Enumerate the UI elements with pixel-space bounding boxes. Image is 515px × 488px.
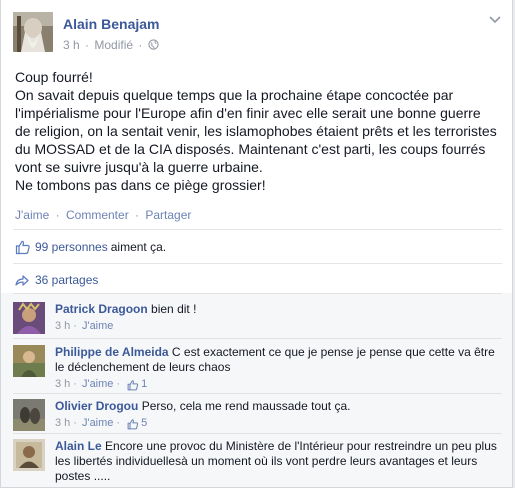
commenter-name[interactable]: Alain Le xyxy=(55,439,102,453)
divider xyxy=(13,229,502,230)
shares-count-link[interactable]: 36 partages xyxy=(35,273,98,287)
commenter-avatar[interactable] xyxy=(13,302,45,334)
like-link[interactable]: J'aime xyxy=(15,208,49,222)
shares-summary: 36 partages xyxy=(15,271,98,289)
comment-time[interactable]: 3 h xyxy=(55,377,70,392)
comment-text: Perso, cela me rend maussade tout ça. xyxy=(141,399,351,413)
meta-separator: · xyxy=(116,417,121,429)
comment-text: Encore une provoc du Ministère de l'Inté… xyxy=(55,439,497,483)
comment-item: Patrick Dragoon bien dit ! 3 h · J'aime xyxy=(13,302,503,338)
chevron-down-icon[interactable] xyxy=(489,16,501,24)
share-link[interactable]: Partager xyxy=(145,208,191,222)
comment-meta: 3 h · J'aime · 1 xyxy=(55,377,505,392)
action-separator: · xyxy=(135,208,140,222)
comment-body: Philippe de Almeida C est exactement ce … xyxy=(55,345,505,392)
comment-body: Olivier Drogou Perso, cela me rend mauss… xyxy=(55,399,505,431)
comment-body: Alain Le Encore une provoc du Ministère … xyxy=(55,439,505,484)
post-meta: 3 h · Modifié · xyxy=(63,38,159,52)
globe-icon[interactable] xyxy=(148,39,159,50)
comment-meta: 3 h · J'aime xyxy=(55,319,505,334)
commenter-name[interactable]: Patrick Dragoon xyxy=(55,302,148,316)
divider xyxy=(13,433,502,434)
meta-separator: · xyxy=(73,417,77,429)
divider xyxy=(13,263,502,264)
divider xyxy=(13,338,502,339)
comment-like-link[interactable]: J'aime xyxy=(82,319,113,334)
author-name[interactable]: Alain Benajam xyxy=(63,16,159,32)
comment-link[interactable]: Commenter xyxy=(66,208,129,222)
comment-text: bien dit ! xyxy=(151,302,197,316)
post-actions: J'aime · Commenter · Partager xyxy=(15,208,191,222)
thumbs-up-icon xyxy=(127,418,139,429)
meta-separator: · xyxy=(85,38,90,52)
comment-like-count[interactable]: 5 xyxy=(127,416,147,431)
comment-like-count[interactable]: 1 xyxy=(127,377,147,392)
action-separator: · xyxy=(55,208,60,222)
post-body-text: Coup fourré! On savait depuis quelque te… xyxy=(15,69,497,193)
comment-body: Patrick Dragoon bien dit ! 3 h · J'aime xyxy=(55,302,505,334)
divider xyxy=(13,293,502,294)
commenter-avatar-image xyxy=(13,399,45,431)
comment-time[interactable]: 3 h xyxy=(55,319,70,334)
comment-like-link[interactable]: J'aime xyxy=(82,416,113,431)
meta-separator: · xyxy=(73,378,77,390)
likes-suffix: aiment ça. xyxy=(110,240,167,254)
post-card: Alain Benajam 3 h · Modifié · Coup fourr… xyxy=(0,0,513,488)
likes-summary: 99 personnes aiment ça. xyxy=(15,238,166,256)
commenter-avatar-image xyxy=(13,302,45,334)
share-arrow-icon xyxy=(15,275,29,286)
commenter-avatar[interactable] xyxy=(13,399,45,431)
comment-time[interactable]: 3 h xyxy=(55,416,70,431)
comments-section: Patrick Dragoon bien dit ! 3 h · J'aime xyxy=(1,293,512,487)
commenter-avatar-image xyxy=(13,439,45,471)
commenter-avatar[interactable] xyxy=(13,345,45,377)
post-time[interactable]: 3 h xyxy=(63,38,80,52)
post-edited-label[interactable]: Modifié xyxy=(94,38,133,52)
divider xyxy=(13,393,502,394)
comment-like-link[interactable]: J'aime xyxy=(82,377,113,392)
thumbs-up-icon xyxy=(127,379,139,390)
meta-separator: · xyxy=(116,378,121,390)
commenter-avatar[interactable] xyxy=(13,439,45,471)
author-avatar-image xyxy=(13,12,53,52)
author-avatar[interactable] xyxy=(13,12,53,52)
meta-separator: · xyxy=(73,320,77,332)
thumbs-up-icon xyxy=(15,240,30,255)
comment-item: Philippe de Almeida C est exactement ce … xyxy=(13,345,503,393)
commenter-avatar-image xyxy=(13,345,45,377)
likes-count-link[interactable]: 99 personnes xyxy=(35,240,108,254)
comment-item: Alain Le Encore une provoc du Ministère … xyxy=(13,439,505,487)
comment-item: Olivier Drogou Perso, cela me rend mauss… xyxy=(13,399,503,433)
like-count-value: 5 xyxy=(141,417,148,429)
like-count-value: 1 xyxy=(141,378,148,390)
post-header: Alain Benajam 3 h · Modifié · xyxy=(13,12,501,56)
commenter-name[interactable]: Philippe de Almeida xyxy=(55,345,169,359)
commenter-name[interactable]: Olivier Drogou xyxy=(55,399,138,413)
meta-separator: · xyxy=(138,38,143,52)
comment-meta: 3 h · J'aime · 5 xyxy=(55,416,505,431)
